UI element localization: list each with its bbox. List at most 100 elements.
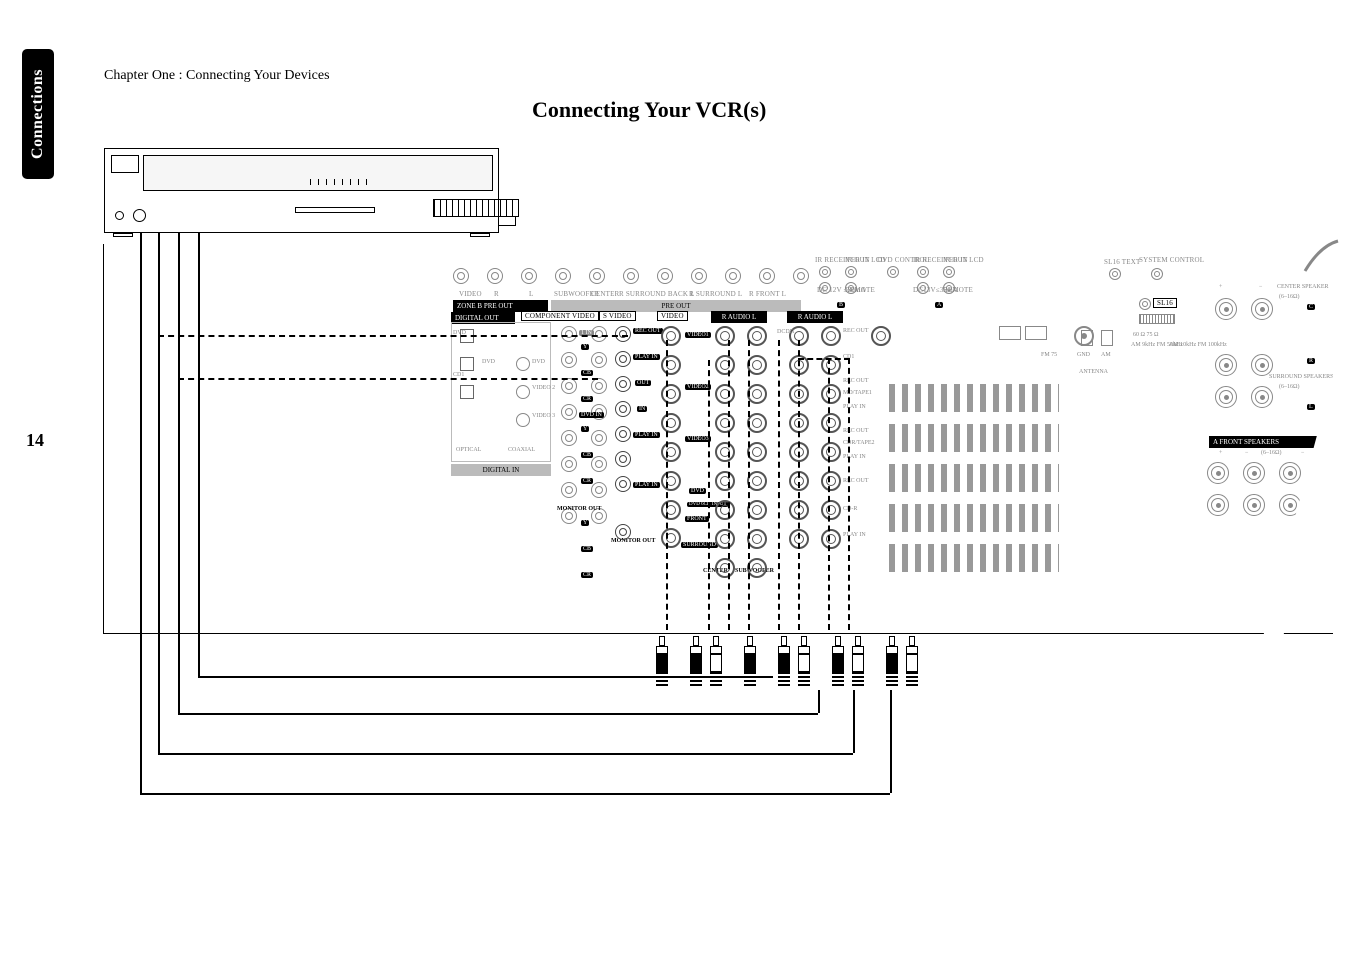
rca-plug-pair <box>777 636 811 686</box>
rca-plug <box>851 636 865 686</box>
binding-post <box>1251 298 1273 320</box>
video-jack <box>661 500 681 520</box>
svideo-jack <box>615 326 631 342</box>
label-center-imp: (6–16Ω) <box>1279 294 1299 300</box>
label-y: Y <box>581 344 589 350</box>
banner-audio-l: R AUDIO L <box>787 311 843 323</box>
rca-jack <box>657 268 673 284</box>
mini-jack <box>1151 268 1163 280</box>
rca-plug <box>831 636 845 686</box>
wire <box>198 233 200 677</box>
wire <box>178 233 180 713</box>
rca-plug <box>709 636 723 686</box>
label-l: L <box>1307 404 1315 410</box>
side-tab: Connections <box>22 49 54 179</box>
label-surround: R SURROUND L <box>689 290 742 298</box>
svideo-jack <box>615 524 631 540</box>
audio-jack <box>715 413 735 433</box>
rca-jack <box>589 268 605 284</box>
audio-jack <box>747 529 767 549</box>
banner-component: COMPONENT VIDEO <box>521 311 599 321</box>
label-switch-width: 60 Ω 75 Ω <box>1133 332 1158 338</box>
rca-jack <box>793 268 809 284</box>
am-loop-terminals <box>1079 330 1115 351</box>
binding-post <box>1215 386 1237 408</box>
label-surround: SURROUND <box>681 542 718 548</box>
rca-jack <box>725 268 741 284</box>
label-amband2: AM 10kHz FM 100kHz <box>1169 342 1227 348</box>
dvd-control-jack <box>887 266 899 278</box>
svideo-monitor-jack <box>615 524 631 540</box>
digital-io-block: DVD DVD VIDEO 2 VIDEO 3 OPTICAL COAXIAL <box>451 322 551 462</box>
antenna-block: FM 75 GND AM <box>1039 324 1129 384</box>
mini-jack <box>819 266 831 278</box>
video-jack <box>661 471 681 491</box>
wire-dashed <box>708 360 710 630</box>
label-dvd: DVD <box>689 488 706 494</box>
audio-jack <box>747 326 767 346</box>
label-cb: CB <box>581 546 593 552</box>
chapter-heading: Chapter One : Connecting Your Devices <box>104 68 330 84</box>
audio-jack <box>747 384 767 404</box>
mini-jack <box>887 266 899 278</box>
label-cb: CB <box>581 370 593 376</box>
label-zoneb-video: VIDEO <box>459 290 482 298</box>
audio-jack <box>821 442 841 462</box>
rca-jack <box>521 268 537 284</box>
rca-jack <box>561 404 577 420</box>
page-title: Connecting Your VCR(s) <box>532 97 766 123</box>
wire <box>158 753 853 755</box>
audio-jack <box>715 529 735 549</box>
rca-jack <box>561 430 577 446</box>
vcr-foot <box>113 233 133 237</box>
video-col <box>661 326 683 520</box>
label-in: IN <box>637 406 647 412</box>
wire <box>140 233 142 793</box>
sl16-text-jack <box>1109 268 1121 280</box>
heatsink <box>889 384 1059 412</box>
wire-dashed <box>798 358 850 360</box>
audio-jack <box>821 326 841 346</box>
label-cr: CR <box>581 396 593 402</box>
svideo-jack <box>615 351 631 367</box>
binding-post <box>1251 354 1273 376</box>
rca-jack <box>591 482 607 498</box>
rca-jack <box>759 268 775 284</box>
surround-speaker-posts <box>1215 354 1277 412</box>
rca-jack <box>591 430 607 446</box>
audio-jack <box>715 558 735 578</box>
audio-jack <box>715 471 735 491</box>
binding-post <box>1207 462 1229 484</box>
rca-plug <box>885 636 899 686</box>
vcr-grille <box>433 199 519 217</box>
label-minus: − <box>1259 284 1262 290</box>
label-front: R FRONT L <box>749 290 786 298</box>
label-am: AM <box>1101 352 1111 358</box>
center-speaker-posts <box>1215 298 1277 320</box>
banner-front-a: A FRONT SPEAKERS <box>1209 436 1319 448</box>
binding-post <box>1251 386 1273 408</box>
video-jack <box>661 355 681 375</box>
rca-plug <box>777 636 791 686</box>
label-dvdin: DVD IN <box>579 412 604 418</box>
vcr-foot <box>470 233 490 237</box>
rca-jack <box>453 268 469 284</box>
vcr-knob <box>115 211 124 220</box>
audio-rl-col-1 <box>715 326 769 578</box>
video-monitor-jack <box>661 528 681 548</box>
side-tab-label: Connections <box>29 69 47 159</box>
binding-post <box>1279 494 1301 516</box>
receiver-panel-area: VIDEO R L SUBWOOFER CENTER R SURROUND BA… <box>439 254 1334 624</box>
vcr-buttons <box>310 179 370 185</box>
audio-jack <box>715 442 735 462</box>
label-front: FRONT <box>685 516 709 522</box>
system-control-jack <box>1151 268 1163 280</box>
banner-audio-r: R AUDIO L <box>711 311 767 323</box>
mini-jack <box>845 266 857 278</box>
binding-post <box>1215 354 1237 376</box>
rca-plug <box>689 636 703 686</box>
label-play: PLAY IN <box>843 454 866 460</box>
label-fm75: FM 75 <box>1041 352 1057 358</box>
rca-jack <box>561 456 577 472</box>
audio-jack <box>747 471 767 491</box>
